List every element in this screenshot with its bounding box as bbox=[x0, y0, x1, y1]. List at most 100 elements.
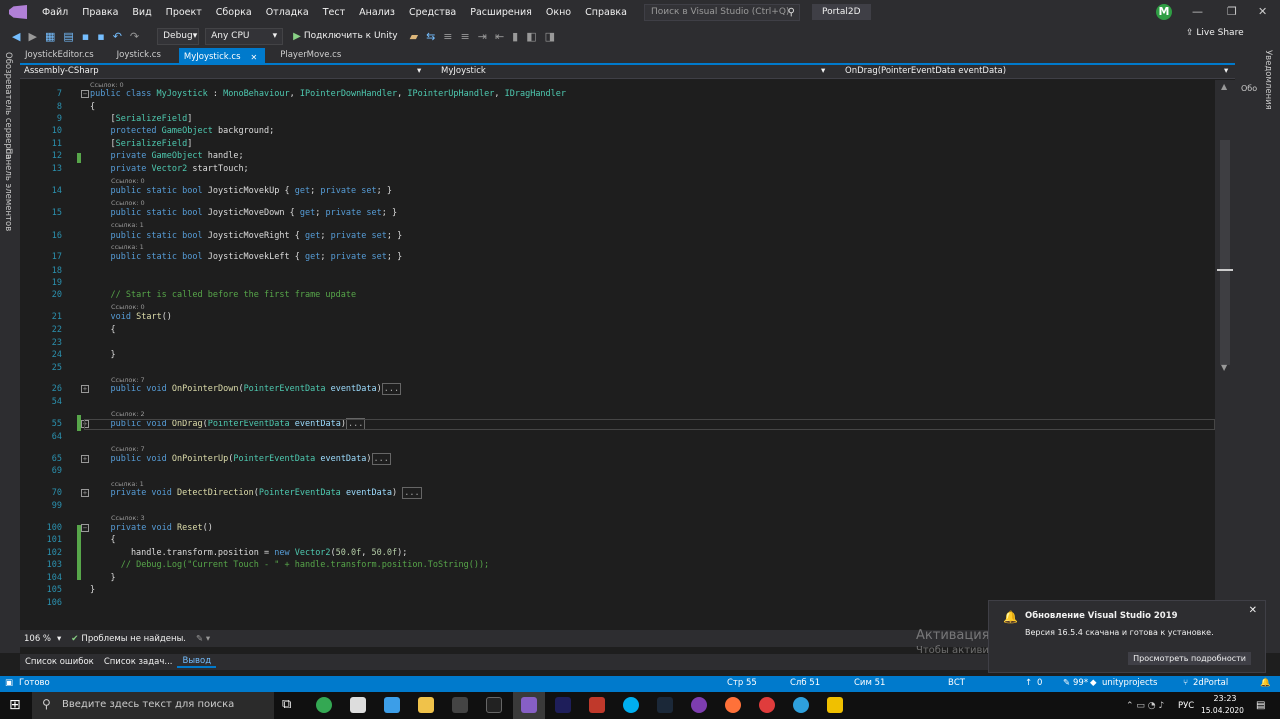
scroll-down-icon[interactable]: ▼ bbox=[1221, 363, 1227, 372]
class-dropdown[interactable]: MyJoystick bbox=[441, 66, 486, 76]
forward-icon[interactable]: ▶ bbox=[28, 30, 36, 43]
close-tab-icon[interactable]: ✕ bbox=[251, 53, 258, 62]
minimize-icon[interactable]: — bbox=[1192, 5, 1203, 18]
expand-icon[interactable]: + bbox=[81, 385, 89, 393]
save-all-icon[interactable]: ▪ bbox=[97, 30, 104, 43]
notifications-tab[interactable]: Уведомления bbox=[1263, 50, 1273, 110]
tab-myjoystick[interactable]: MyJoystick.cs ✕ bbox=[178, 48, 266, 64]
codelens-refs[interactable]: ссылка: 1 bbox=[111, 243, 144, 251]
maximize-icon[interactable]: ❐ bbox=[1227, 5, 1237, 18]
chevron-down-icon[interactable]: ▾ bbox=[57, 634, 61, 644]
cleanup-icon[interactable]: ✎ ▾ bbox=[196, 634, 210, 644]
collapse-icon[interactable]: − bbox=[81, 524, 89, 532]
telegram-icon[interactable] bbox=[793, 697, 809, 713]
codelens-refs[interactable]: Ссылок: 0 bbox=[90, 81, 124, 89]
tab-output[interactable]: Вывод bbox=[177, 656, 217, 668]
taskbar-search[interactable]: ⚲ Введите здесь текст для поиска bbox=[32, 692, 274, 719]
menu-extensions[interactable]: Расширения bbox=[463, 7, 539, 18]
member-dropdown[interactable]: OnDrag(PointerEventData eventData) bbox=[845, 66, 1006, 76]
tab-task-list[interactable]: Список задач... bbox=[99, 657, 178, 667]
outdent-icon[interactable]: ⇤ bbox=[495, 30, 504, 43]
platform-select[interactable]: Any CPU ▾ bbox=[205, 27, 284, 45]
uncomment-icon[interactable]: ≡ bbox=[461, 30, 470, 43]
live-share-button[interactable]: ⇪ Live Share bbox=[1186, 28, 1244, 38]
indent-icon[interactable]: ⇥ bbox=[478, 30, 487, 43]
visual-studio-icon[interactable] bbox=[521, 697, 537, 713]
toolbox-tab[interactable]: Панель элементов bbox=[3, 148, 13, 231]
language-indicator[interactable]: РУС bbox=[1178, 701, 1194, 711]
account-avatar[interactable]: M bbox=[1156, 4, 1172, 20]
codelens-refs[interactable]: Ссылок: 3 bbox=[111, 514, 145, 522]
tab-playermove[interactable]: PlayerMove.cs bbox=[275, 48, 349, 64]
menu-edit[interactable]: Правка bbox=[75, 7, 125, 18]
new-item-icon[interactable]: ▦ bbox=[45, 30, 55, 43]
task-view-icon[interactable]: ⧉ bbox=[282, 697, 298, 713]
codelens-refs[interactable]: Ссылок: 0 bbox=[111, 177, 145, 185]
redo-icon[interactable]: ↷ bbox=[130, 30, 139, 43]
vertical-scrollbar[interactable]: ▲ ▼ bbox=[1215, 80, 1235, 630]
menu-analyze[interactable]: Анализ bbox=[352, 7, 402, 18]
menu-tools[interactable]: Средства bbox=[402, 7, 463, 18]
code-editor[interactable]: Ссылок: 0 7 − public class MyJoystick : … bbox=[20, 80, 1215, 630]
configuration-select[interactable]: Debug ▾ bbox=[157, 27, 200, 45]
tab-joystick[interactable]: Joystick.cs bbox=[112, 48, 169, 64]
store-icon[interactable] bbox=[350, 697, 366, 713]
pencil-icon[interactable]: ✎ bbox=[1063, 678, 1070, 688]
close-window-icon[interactable]: ✕ bbox=[1258, 5, 1267, 18]
codelens-refs[interactable]: ссылка: 1 bbox=[111, 480, 144, 488]
project-dropdown[interactable]: Assembly-CSharp bbox=[24, 66, 99, 76]
status-line[interactable]: Стр 55 bbox=[727, 678, 757, 688]
codelens-refs[interactable]: Ссылок: 2 bbox=[111, 410, 145, 418]
issues-label[interactable]: Проблемы не найдены. bbox=[81, 634, 186, 644]
bookmark-prev-icon[interactable]: ◧ bbox=[526, 30, 536, 43]
chrome-icon[interactable] bbox=[316, 697, 332, 713]
menu-file[interactable]: Файл bbox=[35, 7, 75, 18]
opera-icon[interactable] bbox=[759, 697, 775, 713]
undo-icon[interactable]: ↶ bbox=[113, 30, 122, 43]
back-icon[interactable]: ◀ bbox=[12, 30, 20, 43]
tab-joystickeditor[interactable]: JoystickEditor.cs bbox=[20, 48, 102, 64]
mail-icon[interactable] bbox=[384, 697, 400, 713]
unity-icon[interactable] bbox=[486, 697, 502, 713]
codelens-refs[interactable]: Ссылок: 7 bbox=[111, 376, 145, 384]
status-column[interactable]: Слб 51 bbox=[790, 678, 820, 688]
codelens-refs[interactable]: ссылка: 1 bbox=[111, 221, 144, 229]
search-box[interactable]: Поиск в Visual Studio (Ctrl+Q) ⚲ bbox=[643, 3, 800, 21]
codelens-refs[interactable]: Ссылок: 0 bbox=[111, 303, 145, 311]
explorer-icon[interactable] bbox=[418, 697, 434, 713]
menu-debug[interactable]: Отладка bbox=[259, 7, 316, 18]
menu-test[interactable]: Тест bbox=[316, 7, 352, 18]
scroll-up-icon[interactable]: ▲ bbox=[1221, 82, 1227, 91]
rider-icon[interactable] bbox=[589, 697, 605, 713]
menu-help[interactable]: Справка bbox=[578, 7, 634, 18]
repo-name[interactable]: unityprojects bbox=[1102, 678, 1157, 688]
view-details-button[interactable]: Просмотреть подробности bbox=[1128, 652, 1251, 665]
steam-icon[interactable] bbox=[657, 697, 673, 713]
bell-icon[interactable]: 🔔 bbox=[1260, 678, 1271, 688]
expand-icon[interactable]: + bbox=[81, 455, 89, 463]
save-icon[interactable]: ▪ bbox=[82, 30, 89, 43]
windows-start-icon[interactable]: ⊞ bbox=[9, 697, 21, 713]
menu-project[interactable]: Проект bbox=[159, 7, 209, 18]
skype-icon[interactable] bbox=[623, 697, 639, 713]
jetbrains-icon[interactable] bbox=[555, 697, 571, 713]
menu-view[interactable]: Вид bbox=[125, 7, 158, 18]
status-char[interactable]: Сим 51 bbox=[854, 678, 885, 688]
tab-error-list[interactable]: Список ошибок bbox=[20, 657, 99, 667]
clock-date[interactable]: 15.04.2020 bbox=[1201, 706, 1244, 715]
status-insert-mode[interactable]: ВСТ bbox=[948, 678, 965, 688]
codelens-refs[interactable]: Ссылок: 0 bbox=[111, 199, 145, 207]
action-center-icon[interactable]: ▤ bbox=[1256, 700, 1265, 711]
scroll-thumb[interactable] bbox=[1220, 140, 1230, 365]
play-icon[interactable]: ▶ bbox=[293, 31, 301, 42]
menu-window[interactable]: Окно bbox=[539, 7, 578, 18]
tray-icons[interactable]: ⌃ ▭ ◔ ♪ bbox=[1126, 701, 1164, 711]
push-icon[interactable]: ↑ bbox=[1025, 678, 1032, 688]
collapse-icon[interactable]: − bbox=[81, 90, 89, 98]
expand-icon[interactable]: + bbox=[81, 489, 89, 497]
close-icon[interactable]: ✕ bbox=[1249, 605, 1257, 616]
bookmark-icon[interactable]: ▮ bbox=[512, 30, 518, 43]
format-icon[interactable]: ⇆ bbox=[426, 30, 435, 43]
server-explorer-tab[interactable]: Обозреватель серверов bbox=[3, 52, 13, 159]
clock-time[interactable]: 23:23 bbox=[1208, 694, 1242, 703]
